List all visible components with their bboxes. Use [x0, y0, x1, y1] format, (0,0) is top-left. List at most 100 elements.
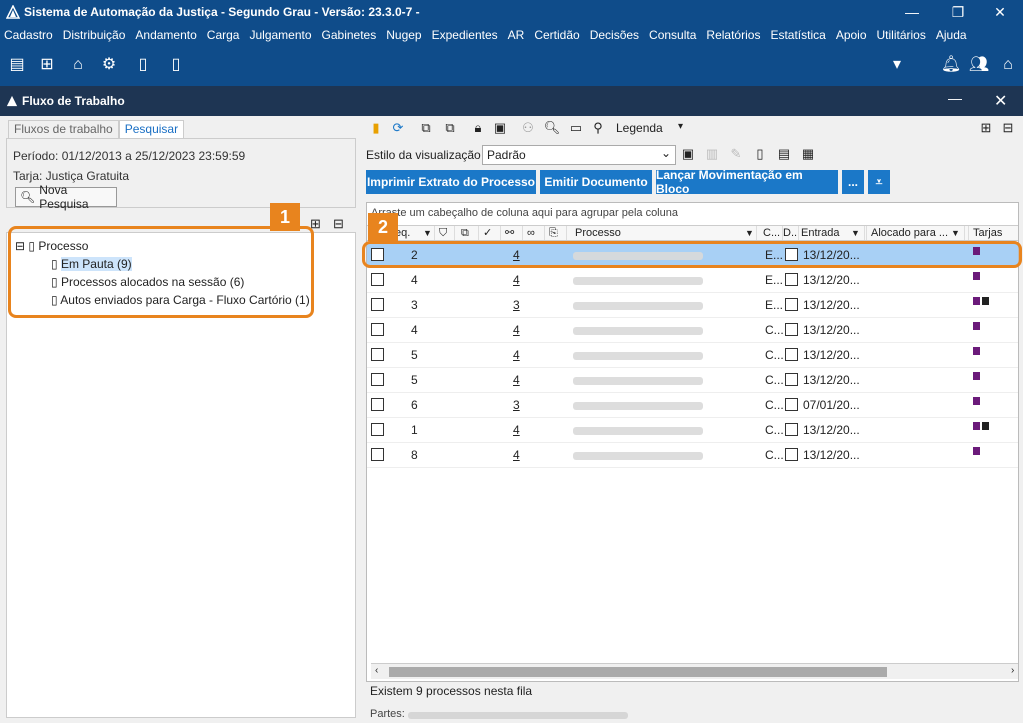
- dropdown-icon[interactable]: ▾: [886, 54, 908, 76]
- col-tree-icon[interactable]: ⚯: [505, 226, 523, 240]
- legenda-label[interactable]: Legenda: [616, 121, 663, 135]
- imprimir-extrato-button[interactable]: Imprimir Extrato do Processo: [366, 170, 536, 194]
- col-entrada-filter-icon[interactable]: ▼: [851, 226, 865, 240]
- comment-icon[interactable]: ▭: [566, 118, 586, 138]
- list-view-icon[interactable]: ⊟: [998, 118, 1018, 138]
- row-d-checkbox[interactable]: [785, 373, 798, 386]
- row-checkbox[interactable]: [371, 423, 384, 436]
- panel-close-icon[interactable]: ✕: [994, 91, 1007, 111]
- close-window-icon[interactable]: ✕: [977, 0, 1023, 24]
- row-d-checkbox[interactable]: [785, 448, 798, 461]
- row-link[interactable]: 4: [513, 448, 520, 462]
- user-gray-icon[interactable]: ⚇: [518, 118, 538, 138]
- search-doc-icon[interactable]: 🔍︎: [542, 118, 562, 138]
- user-settings-icon[interactable]: ⚙: [98, 54, 120, 76]
- tree-view-icon[interactable]: ⊞: [976, 118, 996, 138]
- row-checkbox[interactable]: [371, 373, 384, 386]
- menu-item[interactable]: Apoio: [836, 28, 867, 42]
- menu-item[interactable]: Consulta: [649, 28, 696, 42]
- col-c[interactable]: C...: [763, 226, 783, 240]
- person-search-icon[interactable]: ⚲: [588, 118, 608, 138]
- paste-icon[interactable]: ⧉: [440, 118, 460, 138]
- row-link[interactable]: 4: [513, 273, 520, 287]
- row-checkbox[interactable]: [371, 348, 384, 361]
- lancar-movimentacao-button[interactable]: Lançar Movimentação em Bloco: [656, 168, 838, 196]
- menu-item[interactable]: Relatórios: [706, 28, 760, 42]
- row-d-checkbox[interactable]: [785, 423, 798, 436]
- row-checkbox[interactable]: [371, 398, 384, 411]
- delete-view-icon[interactable]: ▥: [702, 144, 722, 164]
- row-link[interactable]: 4: [513, 348, 520, 362]
- menu-item[interactable]: Carga: [207, 28, 240, 42]
- menu-item[interactable]: Decisões: [590, 28, 639, 42]
- table-row[interactable]: 4 4 E... 13/12/20...: [367, 268, 1018, 293]
- col-d[interactable]: D...: [783, 226, 799, 240]
- table-row[interactable]: 8 4 C... 13/12/20...: [367, 443, 1018, 468]
- tree-collapse-icon[interactable]: ⊟: [333, 216, 344, 232]
- horizontal-scrollbar[interactable]: ‹ ›: [371, 663, 1018, 679]
- building-icon[interactable]: ⌂: [67, 54, 89, 76]
- home-icon[interactable]: ⌂: [997, 54, 1019, 76]
- menu-item[interactable]: Nugep: [386, 28, 421, 42]
- menu-item[interactable]: Estatística: [770, 28, 825, 42]
- row-link[interactable]: 4: [513, 373, 520, 387]
- edit-view-icon[interactable]: ✎: [726, 144, 746, 164]
- table-row[interactable]: 4 4 C... 13/12/20...: [367, 318, 1018, 343]
- row-d-checkbox[interactable]: [785, 298, 798, 311]
- bell-icon[interactable]: 🔔︎: [940, 54, 962, 76]
- row-d-checkbox[interactable]: [785, 323, 798, 336]
- tab-pesquisar[interactable]: Pesquisar: [118, 120, 185, 138]
- row-link[interactable]: 3: [513, 398, 520, 412]
- table-settings-icon[interactable]: ▦: [798, 144, 818, 164]
- scroll-thumb[interactable]: [389, 667, 887, 677]
- estilo-select[interactable]: Padrão ⌄: [482, 145, 676, 165]
- menu-item[interactable]: Julgamento: [249, 28, 311, 42]
- col-processo-filter-icon[interactable]: ▼: [745, 226, 757, 240]
- table-row[interactable]: 5 4 C... 13/12/20...: [367, 343, 1018, 368]
- row-link[interactable]: 4: [513, 423, 520, 437]
- col-bookmark-icon[interactable]: ⛉: [439, 226, 455, 240]
- table-row[interactable]: 3 3 E... 13/12/20...: [367, 293, 1018, 318]
- minimize-icon[interactable]: —: [889, 0, 935, 24]
- more-button[interactable]: ...: [842, 170, 864, 194]
- nova-pesquisa-button[interactable]: 🔍︎ Nova Pesquisa: [15, 183, 117, 211]
- bookmark-icon[interactable]: ▮: [366, 118, 386, 138]
- menu-item[interactable]: AR: [508, 28, 525, 42]
- book-icon[interactable]: ▯: [750, 144, 770, 164]
- row-link[interactable]: 4: [513, 323, 520, 337]
- col-copy-icon[interactable]: ⧉: [461, 226, 479, 240]
- menu-item[interactable]: Utilitários: [877, 28, 926, 42]
- copy-icon[interactable]: ⧉: [416, 118, 436, 138]
- menu-item[interactable]: Gabinetes: [322, 28, 377, 42]
- cabinet-icon[interactable]: ▤: [6, 54, 28, 76]
- filter-dropdown-icon[interactable]: ⩡: [868, 170, 890, 194]
- menu-item[interactable]: Certidão: [534, 28, 579, 42]
- row-checkbox[interactable]: [371, 448, 384, 461]
- row-checkbox[interactable]: [371, 273, 384, 286]
- document-o-icon[interactable]: ▯: [132, 54, 154, 76]
- menu-item[interactable]: Distribuição: [63, 28, 126, 42]
- table-row[interactable]: 1 4 C... 13/12/20...: [367, 418, 1018, 443]
- row-link[interactable]: 3: [513, 298, 520, 312]
- lock-icon[interactable]: 🔒︎: [468, 118, 488, 138]
- row-checkbox[interactable]: [371, 323, 384, 336]
- col-processo[interactable]: Processo: [573, 226, 757, 240]
- col-tarjas[interactable]: Tarjas: [971, 226, 1018, 240]
- menu-item[interactable]: Cadastro: [4, 28, 53, 42]
- col-check-icon[interactable]: ✓: [483, 226, 501, 240]
- panel-minimize-icon[interactable]: —: [948, 90, 962, 106]
- row-d-checkbox[interactable]: [785, 398, 798, 411]
- save-icon[interactable]: ▣: [490, 118, 510, 138]
- menu-item[interactable]: Ajuda: [936, 28, 967, 42]
- col-seq-filter-icon[interactable]: ▼: [423, 226, 435, 240]
- scroll-left-icon[interactable]: ‹: [375, 665, 378, 676]
- tab-fluxos[interactable]: Fluxos de trabalho: [8, 120, 119, 138]
- emitir-documento-button[interactable]: Emitir Documento: [540, 170, 652, 194]
- users-icon[interactable]: 👥︎: [968, 54, 990, 76]
- document-r-icon[interactable]: ▯: [165, 54, 187, 76]
- row-checkbox[interactable]: [371, 298, 384, 311]
- col-doc-icon[interactable]: ⎘: [549, 226, 567, 240]
- org-chart-icon[interactable]: ⊞: [36, 54, 58, 76]
- row-d-checkbox[interactable]: [785, 348, 798, 361]
- menu-item[interactable]: Expedientes: [432, 28, 498, 42]
